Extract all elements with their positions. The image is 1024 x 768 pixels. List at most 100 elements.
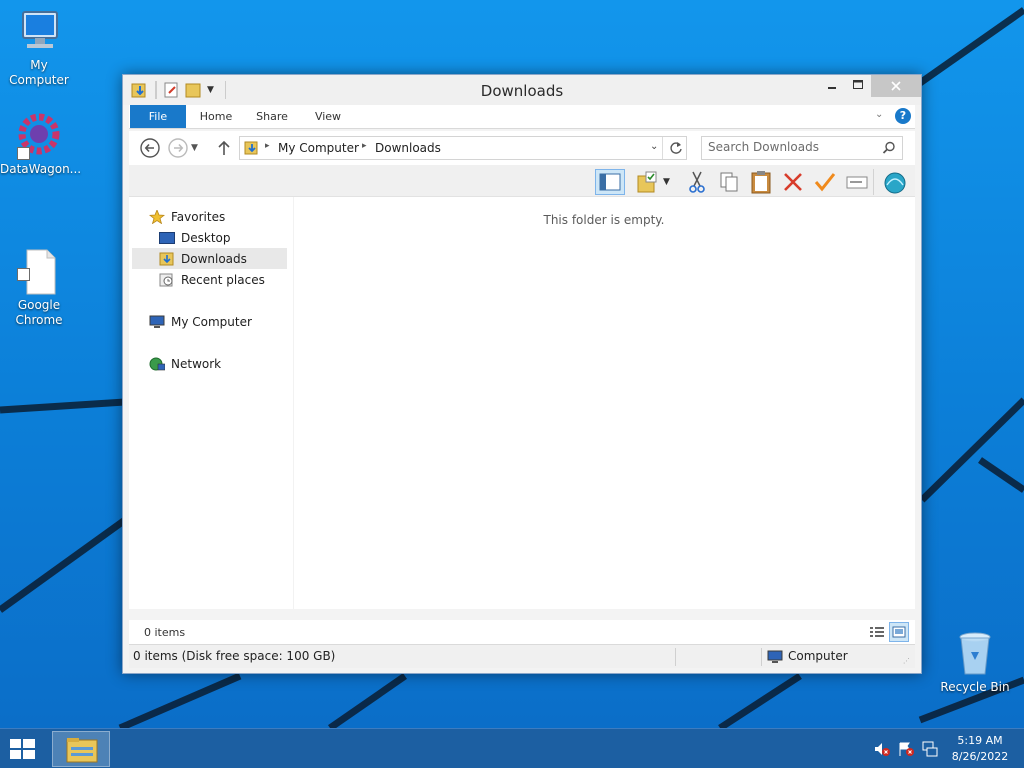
status-divider bbox=[761, 648, 762, 666]
title-bar[interactable]: ▼ Downloads bbox=[123, 75, 921, 105]
up-button[interactable] bbox=[213, 137, 235, 159]
properties-button[interactable] bbox=[843, 169, 871, 195]
select-all-button[interactable] bbox=[635, 169, 663, 195]
desktop-icon-label: Recycle Bin bbox=[940, 680, 1010, 694]
gear-icon bbox=[15, 112, 63, 160]
forward-arrow-icon bbox=[168, 138, 188, 158]
delete-button[interactable] bbox=[779, 169, 807, 195]
empty-folder-message: This folder is empty. bbox=[543, 213, 665, 227]
search-icon[interactable] bbox=[882, 141, 896, 155]
breadcrumb-my-computer[interactable]: My Computer bbox=[278, 141, 359, 155]
large-icons-view-button[interactable] bbox=[889, 622, 909, 642]
maximize-icon bbox=[853, 80, 863, 89]
file-list-pane[interactable]: This folder is empty. bbox=[293, 197, 915, 609]
breadcrumb-chevron-icon: ▸ bbox=[362, 141, 367, 151]
taskbar-file-explorer[interactable] bbox=[52, 731, 110, 767]
star-icon bbox=[148, 208, 166, 225]
delete-x-icon bbox=[784, 173, 802, 191]
downloads-folder-icon bbox=[244, 140, 260, 156]
minimize-icon bbox=[828, 87, 836, 89]
up-arrow-icon bbox=[218, 140, 230, 155]
system-clock[interactable]: 5:19 AM 8/26/2022 bbox=[944, 733, 1016, 765]
rename-button[interactable] bbox=[811, 169, 839, 195]
nav-item-label: My Computer bbox=[171, 315, 252, 329]
desktop-icon-google-chrome[interactable]: Google Chrome bbox=[0, 218, 78, 343]
breadcrumb-chevron-icon: ▸ bbox=[265, 141, 270, 151]
tab-file[interactable]: File bbox=[130, 105, 186, 128]
nav-item-label: Recent places bbox=[181, 273, 265, 287]
details-view-icon bbox=[870, 627, 884, 637]
tab-share[interactable]: Share bbox=[247, 105, 297, 128]
cut-button[interactable] bbox=[683, 169, 711, 195]
minimize-button[interactable] bbox=[819, 75, 845, 97]
recent-places-icon bbox=[159, 273, 175, 287]
explorer-window: ▼ Downloads File Home Share View ⌄ ? ▼ ▸… bbox=[122, 74, 922, 674]
computer-icon bbox=[767, 649, 783, 665]
expand-ribbon-icon[interactable]: ⌄ bbox=[875, 109, 889, 123]
tab-home[interactable]: Home bbox=[191, 105, 241, 128]
network-status-icon[interactable] bbox=[922, 741, 938, 757]
status-disk-space: 0 items (Disk free space: 100 GB) bbox=[133, 649, 336, 663]
copy-icon bbox=[720, 172, 738, 192]
shortcut-arrow-icon bbox=[17, 268, 30, 281]
tab-view[interactable]: View bbox=[303, 105, 353, 128]
volume-muted-icon[interactable] bbox=[874, 741, 890, 757]
recent-locations-icon[interactable]: ▼ bbox=[191, 137, 205, 159]
help-icon[interactable]: ? bbox=[895, 108, 911, 124]
navigation-pane: Favorites Desktop Downloads Recent place… bbox=[129, 197, 293, 609]
desktop-icon-label: My Computer bbox=[9, 58, 69, 87]
file-explorer-icon bbox=[66, 738, 98, 763]
breadcrumb-downloads[interactable]: Downloads bbox=[375, 141, 441, 155]
toolbar-divider bbox=[873, 169, 874, 195]
back-button[interactable] bbox=[139, 137, 161, 159]
taskbar: 5:19 AM 8/26/2022 bbox=[0, 728, 1024, 768]
folder-check-icon bbox=[637, 171, 657, 193]
preview-pane-button[interactable] bbox=[595, 169, 625, 195]
desktop-icon-datawagon[interactable]: DataWagon... bbox=[0, 112, 82, 177]
back-arrow-icon bbox=[140, 138, 160, 158]
paste-button[interactable] bbox=[747, 169, 775, 195]
start-button[interactable] bbox=[8, 737, 38, 761]
nav-item-label: Network bbox=[171, 357, 222, 371]
close-button[interactable] bbox=[871, 75, 921, 97]
file-icon bbox=[15, 233, 63, 295]
details-view-button[interactable] bbox=[867, 622, 887, 642]
desktop-icon-recycle-bin[interactable]: Recycle Bin bbox=[936, 630, 1014, 695]
desktop-icon-label: DataWagon... bbox=[0, 162, 82, 176]
status-bar: 0 items (Disk free space: 100 GB) Comput… bbox=[129, 644, 915, 668]
nav-item-label: Favorites bbox=[171, 210, 226, 224]
windows-logo-icon bbox=[10, 739, 35, 759]
desktop-icon-label: Google Chrome bbox=[15, 298, 63, 327]
action-center-flag-icon[interactable] bbox=[898, 741, 914, 757]
checkmark-icon bbox=[814, 173, 836, 192]
clipboard-icon bbox=[751, 171, 771, 194]
downloads-folder-icon bbox=[159, 252, 175, 266]
address-dropdown-icon[interactable]: ⌄ bbox=[650, 141, 658, 152]
computer-icon bbox=[15, 8, 63, 56]
resize-grip-icon[interactable]: ⋰ bbox=[903, 657, 911, 665]
shell-icon bbox=[884, 172, 906, 194]
network-icon bbox=[149, 357, 166, 371]
ribbon-tabs: File Home Share View ⌄ ? bbox=[129, 105, 915, 129]
nav-item-label: Desktop bbox=[181, 231, 231, 245]
search-input[interactable] bbox=[708, 140, 878, 154]
copy-button[interactable] bbox=[715, 169, 743, 195]
options-button[interactable] bbox=[881, 169, 909, 195]
clock-time: 5:19 AM bbox=[957, 734, 1003, 747]
search-box bbox=[701, 136, 903, 160]
address-bar[interactable]: ▸ My Computer ▸ Downloads ⌄ bbox=[239, 136, 687, 160]
window-title: Downloads bbox=[480, 82, 564, 100]
maximize-button[interactable] bbox=[845, 75, 871, 97]
address-row: ▼ ▸ My Computer ▸ Downloads ⌄ bbox=[129, 131, 915, 165]
chevron-down-icon[interactable]: ▼ bbox=[663, 169, 677, 195]
recycle-bin-icon bbox=[951, 630, 999, 678]
shortcut-arrow-icon bbox=[17, 147, 30, 160]
forward-button[interactable] bbox=[167, 137, 189, 159]
scissors-icon bbox=[689, 171, 705, 193]
command-toolbar: ▼ bbox=[129, 165, 915, 197]
desktop-icon-my-computer[interactable]: My Computer bbox=[0, 8, 78, 88]
pane-layout-icon bbox=[599, 173, 621, 191]
clock-date: 8/26/2022 bbox=[951, 750, 1009, 763]
desktop-icon bbox=[159, 231, 175, 245]
refresh-icon[interactable] bbox=[668, 140, 684, 156]
